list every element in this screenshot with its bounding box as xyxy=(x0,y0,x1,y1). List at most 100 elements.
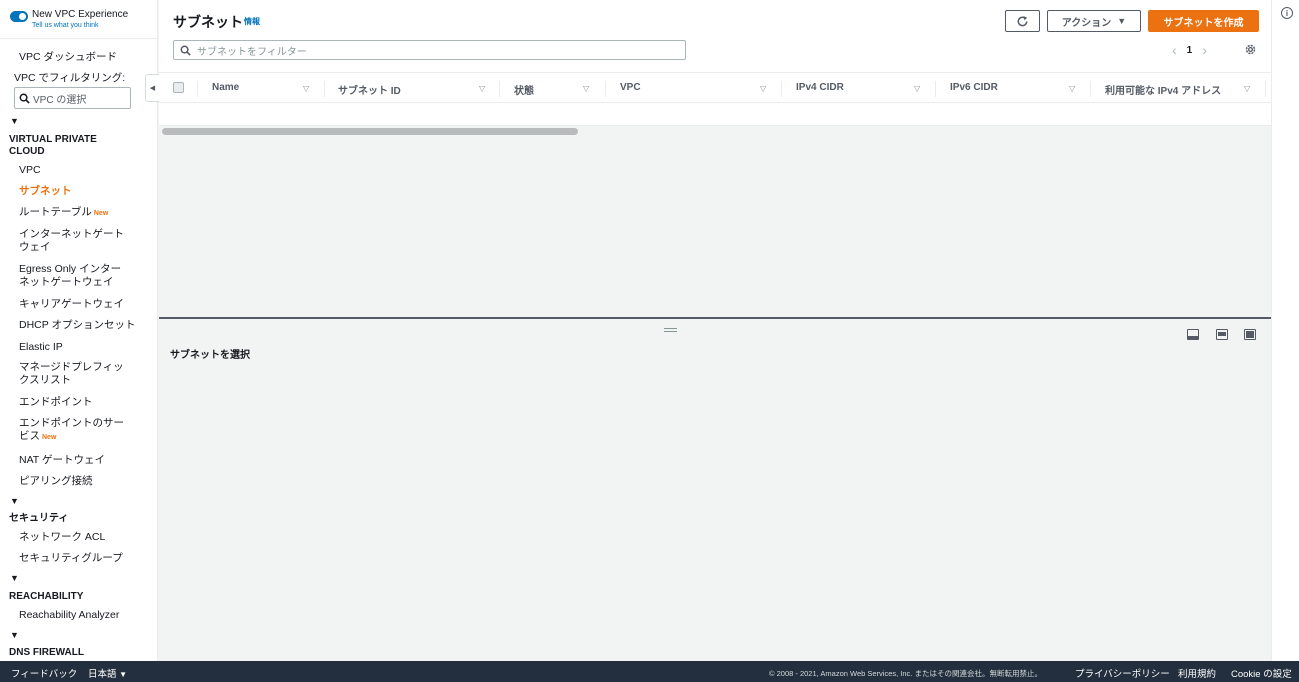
cookie-settings-link[interactable]: Cookie の設定 xyxy=(1231,666,1292,680)
select-all-checkbox[interactable] xyxy=(173,82,184,93)
sidebar-item-reachability-analyzer[interactable]: Reachability Analyzer xyxy=(19,609,119,622)
refresh-icon xyxy=(1017,15,1028,26)
refresh-button[interactable] xyxy=(1005,10,1040,32)
split-panel-title: サブネットを選択 xyxy=(170,350,250,361)
language-selector[interactable]: 日本語 ▼ xyxy=(88,666,127,680)
split-middle-icon[interactable] xyxy=(1216,329,1228,340)
column-separator[interactable] xyxy=(781,81,782,97)
sort-icon[interactable]: ▽ xyxy=(583,84,589,93)
sidebar-item-vpc[interactable]: VPC xyxy=(19,164,41,177)
column-separator[interactable] xyxy=(935,81,936,97)
search-icon xyxy=(180,45,191,56)
column-header-subnet-id[interactable]: サブネット ID xyxy=(338,82,401,97)
subnets-table-panel: サブネット 情報 アクション ▼ サブネットを作成 サブネットをフィルター ‹ … xyxy=(159,0,1271,135)
route-tables-label: ルートテーブル xyxy=(19,206,92,218)
privacy-policy-link[interactable]: プライバシーポリシー xyxy=(1075,666,1170,680)
column-header-name[interactable]: Name xyxy=(212,82,239,93)
collapse-triangle-icon[interactable]: ▼ xyxy=(10,116,19,126)
sidebar-divider xyxy=(0,38,157,39)
vpc-filter-placeholder: VPC の選択 xyxy=(33,94,87,106)
column-header-vpc[interactable]: VPC xyxy=(620,82,641,93)
new-vpc-toggle[interactable] xyxy=(10,11,28,22)
caret-down-icon: ▼ xyxy=(1117,16,1127,26)
sidebar: New VPC Experience Tell us what you thin… xyxy=(0,0,158,661)
table-header: Name ▽ サブネット ID ▽ 状態 ▽ VPC ▽ IPv4 CIDR ▽… xyxy=(159,72,1271,103)
actions-dropdown[interactable]: アクション ▼ xyxy=(1047,10,1141,32)
search-icon xyxy=(19,93,30,104)
footer: フィードバック 日本語 ▼ © 2008 - 2021, Amazon Web … xyxy=(0,661,1299,682)
column-separator[interactable] xyxy=(1090,81,1091,97)
sort-icon[interactable]: ▽ xyxy=(1069,84,1075,93)
sort-icon[interactable]: ▽ xyxy=(760,84,766,93)
info-icon[interactable]: i xyxy=(1281,7,1293,19)
page-number[interactable]: 1 xyxy=(1187,45,1193,56)
create-subnet-button[interactable]: サブネットを作成 xyxy=(1148,10,1259,32)
sidebar-item-dhcp-options[interactable]: DHCP オプションセット xyxy=(19,319,135,332)
sidebar-item-carrier-gateways[interactable]: キャリアゲートウェイ xyxy=(19,298,124,311)
column-header-ipv4-cidr[interactable]: IPv4 CIDR xyxy=(796,82,844,93)
split-bottom-icon[interactable] xyxy=(1187,329,1199,340)
sidebar-item-elastic-ip[interactable]: Elastic IP xyxy=(19,341,63,354)
caret-down-icon: ▼ xyxy=(119,670,128,679)
next-page-icon[interactable]: › xyxy=(1202,42,1207,58)
sidebar-item-egress-only-gateways[interactable]: Egress Only インターネットゲートウェイ xyxy=(19,263,131,289)
split-panel: サブネットを選択 xyxy=(159,317,1271,661)
sort-icon[interactable]: ▽ xyxy=(479,84,485,93)
sort-icon[interactable]: ▽ xyxy=(1244,84,1250,93)
new-vpc-text: New VPC Experience Tell us what you thin… xyxy=(32,9,128,31)
new-badge: New xyxy=(42,434,57,441)
pagination: ‹ 1 › xyxy=(1172,42,1207,58)
actions-label: アクション xyxy=(1061,17,1112,29)
sidebar-item-peering-connections[interactable]: ピアリング接続 xyxy=(19,475,93,488)
sidebar-item-endpoint-services[interactable]: エンドポイントのサービス New xyxy=(19,417,131,444)
column-separator[interactable] xyxy=(605,81,606,97)
page-title: サブネット xyxy=(173,14,243,30)
section-reachability-title: REACHABILITY xyxy=(9,591,84,602)
info-link[interactable]: 情報 xyxy=(244,16,260,27)
sort-icon[interactable]: ▽ xyxy=(914,84,920,93)
split-full-icon[interactable] xyxy=(1244,329,1256,340)
sidebar-item-subnets[interactable]: サブネット xyxy=(19,185,72,198)
column-separator[interactable] xyxy=(1265,81,1266,97)
terms-link[interactable]: 利用規約 xyxy=(1178,666,1216,680)
section-vpc-title: VIRTUAL PRIVATE CLOUD xyxy=(9,134,97,157)
subnet-filter-placeholder: サブネットをフィルター xyxy=(197,46,307,58)
feedback-link[interactable]: Tell us what you think xyxy=(32,21,128,31)
new-vpc-title: New VPC Experience xyxy=(32,9,129,20)
sort-icon[interactable]: ▽ xyxy=(303,84,309,93)
sidebar-item-security-groups[interactable]: セキュリティグループ xyxy=(19,552,123,565)
subnet-filter-input[interactable]: サブネットをフィルター xyxy=(173,40,686,60)
new-badge: New xyxy=(93,210,109,217)
collapse-triangle-icon[interactable]: ▼ xyxy=(10,630,19,640)
sidebar-item-internet-gateways[interactable]: インターネットゲートウェイ xyxy=(19,228,131,254)
column-separator[interactable] xyxy=(499,81,500,97)
column-separator xyxy=(197,81,198,97)
column-header-ipv6-cidr[interactable]: IPv6 CIDR xyxy=(950,82,998,93)
endpoint-services-label: エンドポイントのサービス xyxy=(19,417,124,442)
split-panel-resize-handle[interactable] xyxy=(664,328,677,332)
new-vpc-experience[interactable]: New VPC Experience Tell us what you thin… xyxy=(10,9,128,31)
column-header-available-ipv4[interactable]: 利用可能な IPv4 アドレス xyxy=(1105,82,1221,97)
copyright-text: © 2008 - 2021, Amazon Web Services, Inc.… xyxy=(769,669,1042,678)
vpc-filter-label: VPC でフィルタリング: xyxy=(14,72,126,84)
sidebar-collapse-button[interactable]: ◀ xyxy=(145,74,159,102)
sidebar-item-managed-prefix-lists[interactable]: マネージドプレフィックスリスト xyxy=(19,361,131,387)
collapse-triangle-icon[interactable]: ▼ xyxy=(10,496,19,506)
sidebar-item-dashboard[interactable]: VPC ダッシュボード xyxy=(19,51,117,64)
column-header-state[interactable]: 状態 xyxy=(514,82,534,97)
sidebar-item-endpoints[interactable]: エンドポイント xyxy=(19,396,93,409)
previous-page-icon[interactable]: ‹ xyxy=(1172,42,1177,58)
feedback-button[interactable]: フィードバック xyxy=(11,666,77,680)
sidebar-item-nat-gateways[interactable]: NAT ゲートウェイ xyxy=(19,454,105,467)
language-label: 日本語 xyxy=(88,669,117,680)
gear-icon[interactable] xyxy=(1244,43,1257,56)
collapse-triangle-icon[interactable]: ▼ xyxy=(10,573,19,583)
section-dns-firewall-title: DNS FIREWALL xyxy=(9,647,84,658)
vpc-filter-select[interactable]: VPC の選択 xyxy=(14,87,131,109)
column-separator[interactable] xyxy=(324,81,325,97)
section-security-title: セキュリティ xyxy=(9,513,69,524)
sidebar-item-network-acls[interactable]: ネットワーク ACL xyxy=(19,531,105,544)
horizontal-scrollbar[interactable] xyxy=(162,128,578,135)
sidebar-item-route-tables[interactable]: ルートテーブル New xyxy=(19,206,108,220)
chevron-left-icon: ◀ xyxy=(149,85,156,92)
